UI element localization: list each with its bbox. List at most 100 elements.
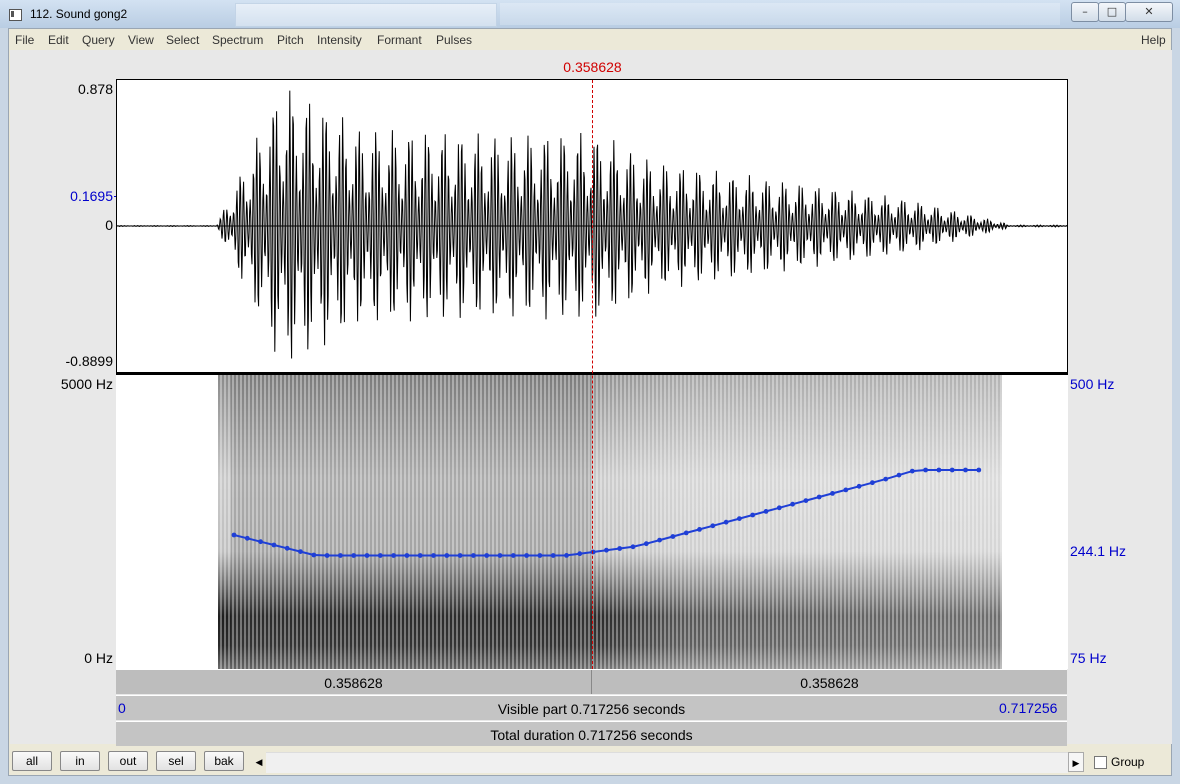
- pitch-point: [564, 553, 569, 558]
- pitch-point: [244, 535, 250, 541]
- visible-part-label: Visible part 0.717256 seconds: [497, 701, 686, 717]
- menu-view[interactable]: View: [128, 33, 154, 47]
- menu-pulses[interactable]: Pulses: [436, 33, 472, 47]
- pitch-point: [936, 467, 942, 473]
- pitch-point: [497, 553, 503, 558]
- pitch-point: [311, 552, 317, 558]
- menu-edit[interactable]: Edit: [48, 33, 69, 47]
- pitch-point: [444, 553, 450, 558]
- pitch-point: [896, 472, 902, 478]
- maximize-button[interactable]: □: [1098, 2, 1126, 22]
- menu-query[interactable]: Query: [82, 33, 115, 47]
- window-title: 112. Sound gong2: [30, 7, 128, 21]
- spectrogram-freq-top: 5000 Hz: [60, 376, 113, 392]
- menu-formant[interactable]: Formant: [377, 33, 422, 47]
- pitch-point: [790, 501, 795, 507]
- total-duration-label: Total duration 0.717256 seconds: [490, 727, 693, 743]
- total-duration-bar[interactable]: Total duration 0.717256 seconds: [116, 721, 1067, 746]
- menu-select[interactable]: Select: [166, 33, 199, 47]
- pitch-point: [324, 553, 330, 558]
- visible-part-bar[interactable]: Visible part 0.717256 seconds: [116, 695, 1067, 720]
- waveform-y-min: -0.8899: [65, 353, 113, 369]
- pitch-point: [856, 483, 862, 489]
- pitch-point: [417, 553, 423, 558]
- menu-bar: File Edit Query View Select Spectrum Pit…: [10, 30, 1170, 50]
- pitch-point: [471, 553, 476, 558]
- pitch-point: [457, 553, 463, 558]
- minimize-button[interactable]: –: [1071, 2, 1099, 22]
- group-label: Group: [1111, 755, 1145, 769]
- pitch-axis-top: 500 Hz: [1070, 376, 1115, 392]
- zoom-selection-button[interactable]: sel: [156, 751, 196, 771]
- time-cursor-line[interactable]: [592, 80, 593, 669]
- visible-end-time: 0.717256: [999, 700, 1058, 716]
- pitch-point: [883, 476, 889, 482]
- cursor-segment-bar: 0.358628 0.358628: [116, 669, 1067, 694]
- pitch-point: [484, 553, 490, 558]
- pitch-point: [510, 553, 516, 558]
- horizontal-scrollbar[interactable]: [266, 752, 1068, 773]
- group-checkbox[interactable]: [1094, 756, 1107, 769]
- pitch-axis-cursor: 244.1 Hz: [1070, 543, 1127, 559]
- zoom-in-button[interactable]: in: [60, 751, 100, 771]
- pitch-point: [537, 553, 543, 558]
- pitch-point: [870, 480, 875, 486]
- pitch-point: [949, 467, 955, 473]
- pitch-point: [657, 537, 662, 543]
- segment-right-duration[interactable]: 0.358628: [592, 670, 1067, 694]
- zoom-out-button[interactable]: out: [108, 751, 148, 771]
- pitch-point: [284, 545, 290, 551]
- pitch-point: [976, 467, 982, 473]
- pitch-point: [364, 553, 370, 558]
- pitch-point: [431, 553, 436, 558]
- waveform-y-cursor-value: 0.1695: [70, 188, 113, 204]
- spectrogram-freq-bottom: 0 Hz: [84, 650, 113, 666]
- pitch-point: [843, 487, 849, 493]
- pitch-point: [604, 547, 609, 553]
- scroll-left-arrow-icon[interactable]: ◀: [252, 752, 266, 772]
- pitch-point: [630, 544, 636, 550]
- visible-start-time: 0: [118, 700, 126, 716]
- pitch-point: [258, 539, 263, 545]
- pitch-point: [683, 530, 689, 536]
- menu-help[interactable]: Help: [1141, 33, 1166, 47]
- pitch-point: [923, 467, 928, 473]
- menu-intensity[interactable]: Intensity: [317, 33, 362, 47]
- pitch-point: [737, 516, 742, 521]
- pitch-point: [643, 541, 649, 547]
- pitch-point: [776, 505, 782, 511]
- background-window-blur: [235, 3, 497, 27]
- pitch-point: [710, 523, 716, 529]
- pitch-point: [697, 527, 702, 532]
- menu-file[interactable]: File: [15, 33, 34, 47]
- pitch-point: [391, 553, 396, 558]
- window-right-edge: [1172, 28, 1180, 784]
- pitch-point: [351, 553, 357, 558]
- maximize-icon: □: [1106, 5, 1118, 18]
- pitch-point: [670, 534, 676, 539]
- pitch-point: [750, 512, 756, 518]
- menu-spectrum[interactable]: Spectrum: [212, 33, 263, 47]
- pitch-point: [338, 553, 343, 558]
- zoom-back-button[interactable]: bak: [204, 751, 244, 771]
- pitch-point: [231, 532, 237, 538]
- menu-pitch[interactable]: Pitch: [277, 33, 304, 47]
- pitch-point: [524, 553, 529, 558]
- pitch-point: [577, 551, 583, 557]
- pitch-point: [803, 498, 809, 503]
- pitch-point: [298, 549, 303, 554]
- pitch-axis-bottom: 75 Hz: [1070, 650, 1107, 666]
- app-icon: [9, 9, 22, 21]
- minimize-icon: –: [1082, 5, 1088, 18]
- pitch-point: [816, 494, 822, 500]
- spectrogram-decay-fade: [218, 375, 1002, 669]
- close-button[interactable]: ✕: [1125, 2, 1173, 22]
- pitch-point: [763, 509, 769, 514]
- pitch-point: [617, 546, 623, 551]
- pitch-point: [963, 467, 968, 473]
- scroll-right-arrow-icon[interactable]: ▶: [1068, 752, 1084, 772]
- pitch-point: [404, 553, 410, 558]
- close-icon: ✕: [1144, 5, 1154, 18]
- zoom-all-button[interactable]: all: [12, 751, 52, 771]
- segment-left-duration[interactable]: 0.358628: [116, 670, 592, 694]
